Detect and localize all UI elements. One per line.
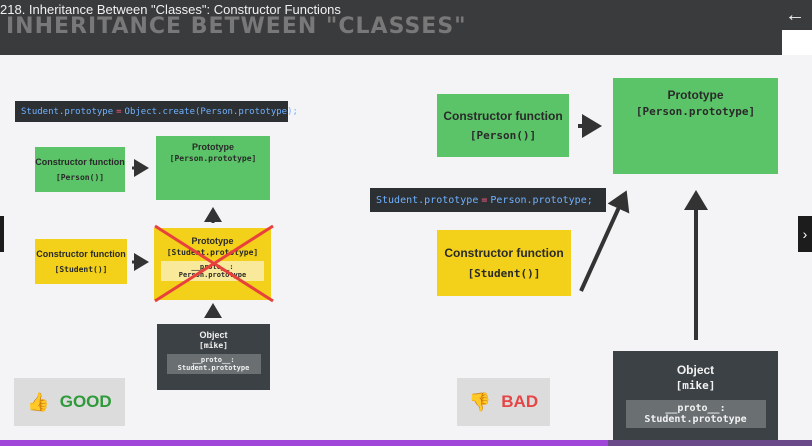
bad-student-constructor: Constructor function [Student()] (437, 230, 571, 296)
bad-badge-label: BAD (501, 392, 539, 411)
bad-object-inner-b: Student.prototype (644, 414, 747, 425)
bad-object-inner-a: __proto__: (665, 403, 726, 414)
bad-object-title: Object (676, 363, 715, 377)
bad-student-ctor-title: Constructor function (444, 246, 564, 260)
bad-person-ctor-title: Constructor function (443, 109, 563, 123)
good-badge: 👍 GOOD (14, 378, 125, 426)
video-progress-fill (0, 440, 608, 446)
thumbs-down-icon: 👎 (468, 391, 492, 412)
bad-code-operator: = (481, 194, 488, 206)
bad-prototype: Prototype [Person.prototype] (613, 78, 778, 174)
bad-code-lhs: Student.prototype (376, 194, 479, 206)
bad-code-rhs: Person.prototype; (490, 194, 593, 206)
bad-person-ctor-code: [Person()] (469, 129, 537, 142)
bad-object-code: [mike] (675, 379, 716, 392)
bad-object-inner: __proto__: Student.prototype (625, 400, 766, 428)
bad-student-ctor-code: [Student()] (467, 267, 541, 280)
thumbs-up-icon: 👍 (27, 391, 50, 412)
bad-object-mike: Object [mike] __proto__: Student.prototy… (613, 351, 778, 446)
bad-code-snippet: Student.prototype = Person.prototype; (370, 188, 606, 212)
bad-person-constructor: Constructor function [Person()] (437, 94, 569, 157)
bad-proto-code: [Person.prototype] (635, 105, 756, 118)
bad-badge: 👎 BAD (457, 378, 550, 426)
good-badge-label: GOOD (59, 392, 112, 411)
bad-proto-title: Prototype (667, 88, 724, 102)
